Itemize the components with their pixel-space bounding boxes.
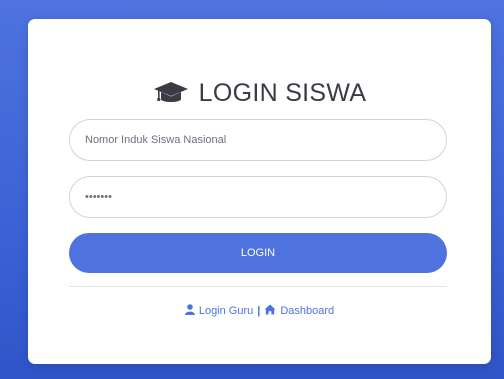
password-input[interactable] [69,176,447,218]
user-icon [184,304,195,318]
divider [69,286,447,287]
login-card: LOGIN SISWA LOGIN Login Guru | Dashboard [28,19,491,364]
home-icon [264,304,276,318]
login-button[interactable]: LOGIN [69,233,447,273]
graduation-cap-icon [153,81,189,105]
login-guru-label: Login Guru [198,305,254,317]
footer-links: Login Guru | Dashboard [28,304,491,318]
link-separator: | [257,305,261,317]
nisn-input[interactable] [69,119,447,161]
title-text: LOGIN SISWA [198,79,367,107]
login-guru-link[interactable]: Login Guru [184,304,254,318]
login-title: LOGIN SISWA [28,79,491,107]
dashboard-label: Dashboard [280,305,335,317]
dashboard-link[interactable]: Dashboard [264,304,334,318]
